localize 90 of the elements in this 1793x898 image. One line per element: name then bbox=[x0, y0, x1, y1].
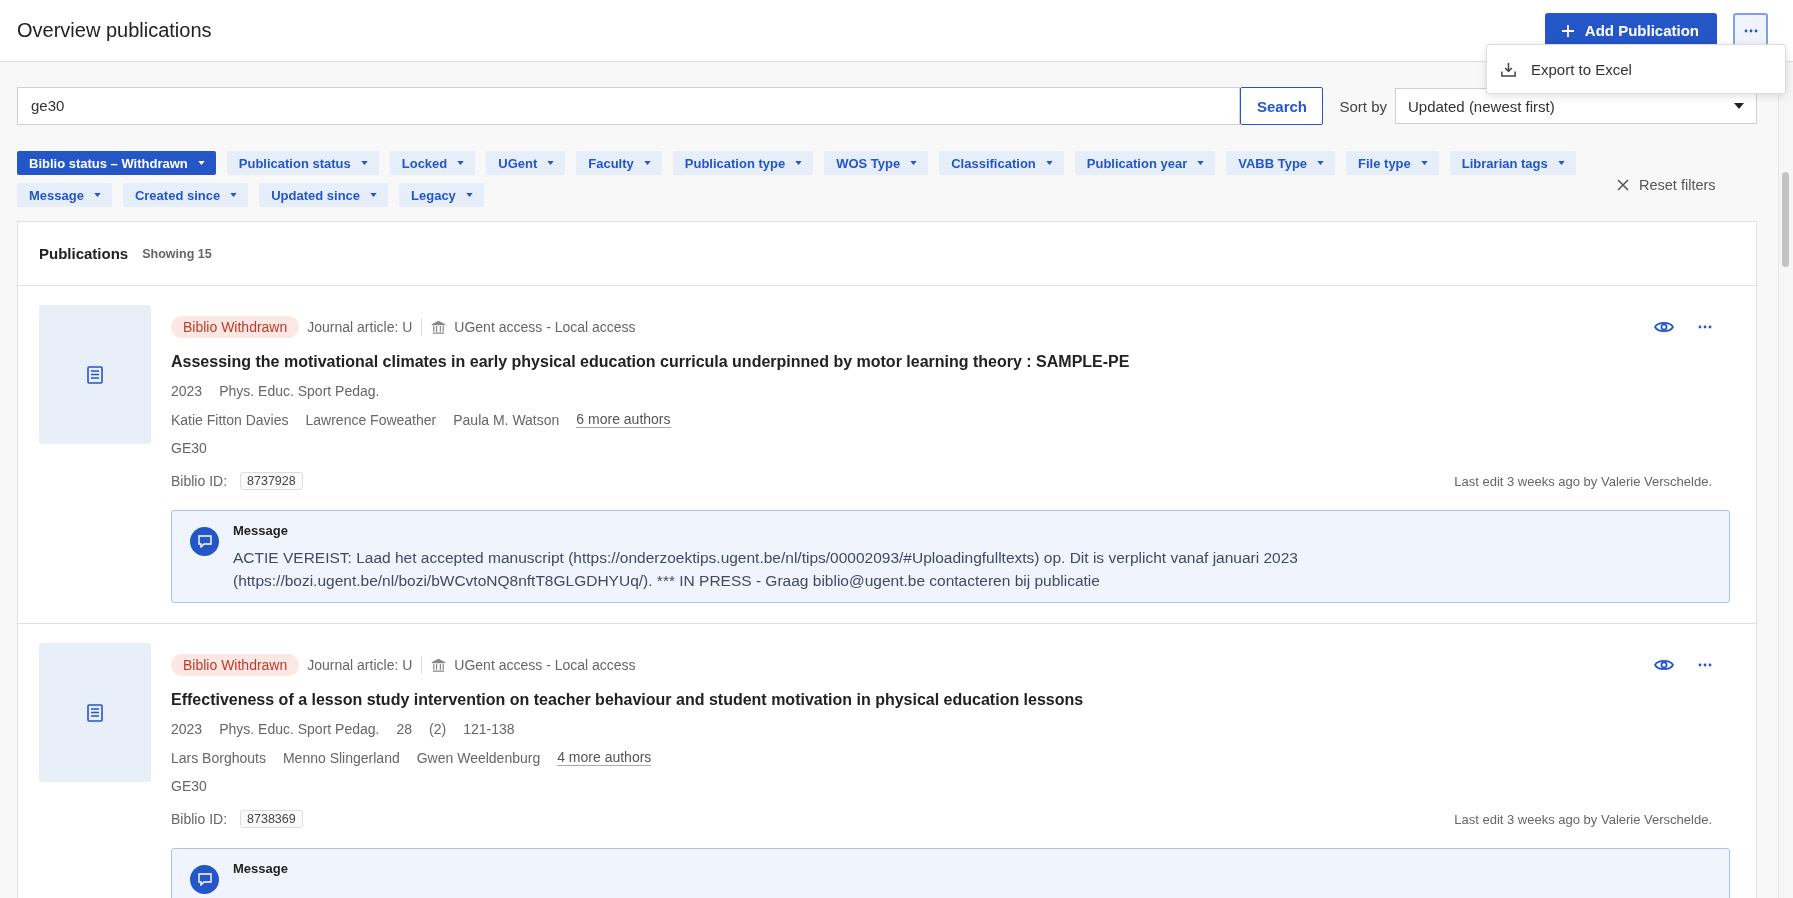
caret-icon bbox=[230, 193, 238, 197]
biblio-id: 8737928 bbox=[240, 472, 303, 490]
chat-icon bbox=[190, 527, 219, 556]
download-icon bbox=[1500, 60, 1517, 78]
filter-chip[interactable]: Classification bbox=[939, 151, 1064, 175]
author-name: Katie Fitton Davies bbox=[171, 411, 289, 428]
last-edit-note: Last edit 3 weeks ago by Valerie Verschelde. bbox=[1454, 473, 1712, 489]
publication-detail: (2) bbox=[429, 721, 447, 737]
author-name: Paula M. Watson bbox=[453, 411, 560, 428]
view-icon[interactable] bbox=[1654, 658, 1674, 672]
publication-type: Journal article: U bbox=[307, 319, 413, 335]
caret-icon bbox=[457, 161, 465, 165]
more-icon[interactable] bbox=[1698, 663, 1712, 667]
message-title: Message bbox=[233, 861, 288, 876]
result-count: Showing 15 bbox=[142, 246, 212, 261]
building-icon bbox=[431, 657, 447, 673]
close-icon bbox=[1617, 179, 1629, 191]
more-icon[interactable] bbox=[1698, 325, 1712, 329]
filter-chip[interactable]: Publication year bbox=[1074, 151, 1216, 175]
message-title: Message bbox=[233, 523, 289, 538]
sort-label: Sort by bbox=[1339, 97, 1387, 115]
filter-chip[interactable]: Publication type bbox=[672, 151, 814, 175]
filter-chip[interactable]: Message bbox=[17, 183, 112, 207]
id-label: Biblio ID: bbox=[171, 811, 228, 827]
filter-chip[interactable]: Updated since bbox=[259, 183, 389, 207]
caret-icon bbox=[795, 161, 803, 165]
message-text: ACTIE VEREIST: Laad het accepted manuscript (https://onderzoektips.ugent.be/nl/tips/00002093/#Uploadingfulltexts) op. Dit is verplicht vanaf januari 2023 (https://bozi.ugent.be/nl/bozi/bWCvtoNQ8nftT8GLGDHYUq/). *** IN PRESS - Graag biblio@ugent.be contacteren bij publicatie bbox=[233, 548, 1299, 591]
caret-icon bbox=[910, 161, 918, 165]
publication-type: Journal article: U bbox=[307, 657, 413, 673]
filter-chip[interactable]: Legacy bbox=[399, 183, 484, 207]
card-title: Publications bbox=[39, 245, 129, 262]
more-icon bbox=[1743, 28, 1758, 33]
caret-icon bbox=[643, 161, 651, 165]
scrollbar-thumb[interactable] bbox=[1782, 172, 1789, 267]
filter-chip[interactable]: Created since bbox=[122, 183, 249, 207]
caret-icon bbox=[1557, 161, 1565, 165]
biblio-id: 8738369 bbox=[240, 810, 303, 828]
filter-chip[interactable]: Publication status bbox=[226, 151, 379, 175]
status-badge: Biblio Withdrawn bbox=[171, 654, 300, 676]
search-button[interactable]: Search bbox=[1240, 87, 1324, 125]
filter-chip[interactable]: VABB Type bbox=[1226, 151, 1336, 175]
page-title: Overview publications bbox=[17, 19, 213, 42]
search-field[interactable]: ge30 bbox=[17, 87, 1241, 125]
caret-icon bbox=[360, 161, 368, 165]
last-edit-note: Last edit 3 weeks ago by Valerie Verschelde. bbox=[1454, 811, 1712, 827]
view-icon[interactable] bbox=[1654, 320, 1674, 334]
filter-chip[interactable]: UGent bbox=[486, 151, 566, 175]
caret-icon bbox=[93, 193, 101, 197]
plus-icon bbox=[1560, 23, 1575, 38]
caret-icon bbox=[1317, 161, 1325, 165]
publication-title[interactable]: Effectiveness of a lesson study intervention on teacher behaviour and student motivation in physical education lessons bbox=[171, 691, 1730, 709]
publication-detail: 121-138 bbox=[463, 721, 515, 737]
caret-icon bbox=[370, 193, 378, 197]
publication-title[interactable]: Assessing the motivational climates in early physical education curricula underpinned by motor learning theory : SAMPLE-PE bbox=[171, 353, 1730, 371]
filter-chip[interactable]: Locked bbox=[389, 151, 476, 175]
publication-detail: 28 bbox=[396, 721, 413, 737]
publication-detail: Phys. Educ. Sport Pedag. bbox=[219, 721, 380, 737]
document-icon bbox=[87, 365, 103, 384]
caret-icon bbox=[1734, 103, 1744, 109]
publication-detail: 2023 bbox=[171, 721, 203, 737]
reset-filters-button[interactable]: Reset filters bbox=[1617, 177, 1716, 193]
access-level: UGent access - Local access bbox=[454, 319, 636, 335]
author-name: Menno Slingerland bbox=[282, 749, 400, 766]
id-label: Biblio ID: bbox=[171, 473, 228, 489]
status-badge: Biblio Withdrawn bbox=[171, 316, 300, 338]
building-icon bbox=[431, 319, 447, 335]
caret-icon bbox=[1197, 161, 1205, 165]
filter-chip[interactable]: WOS Type bbox=[824, 151, 929, 175]
access-level: UGent access - Local access bbox=[454, 657, 636, 673]
more-authors-link[interactable]: 6 more authors bbox=[576, 411, 671, 428]
author-name: Lars Borghouts bbox=[171, 749, 266, 766]
department-code: GE30 bbox=[171, 778, 207, 794]
caret-icon bbox=[1045, 161, 1053, 165]
filter-chip[interactable]: Biblio status – Withdrawn bbox=[17, 151, 216, 175]
caret-icon bbox=[1420, 161, 1428, 165]
chat-icon bbox=[190, 865, 219, 894]
caret-icon bbox=[197, 161, 205, 165]
caret-icon bbox=[465, 193, 473, 197]
caret-icon bbox=[547, 161, 555, 165]
publication-detail: 2023 bbox=[171, 383, 203, 399]
filter-chip[interactable]: Librarian tags bbox=[1449, 151, 1576, 175]
author-name: Lawrence Foweather bbox=[305, 411, 437, 428]
author-name: Gwen Weeldenburg bbox=[416, 749, 541, 766]
publication-detail: Phys. Educ. Sport Pedag. bbox=[219, 383, 380, 399]
menu-item[interactable]: Export to Excel bbox=[1500, 54, 1632, 84]
filter-chip[interactable]: Faculty bbox=[576, 151, 662, 175]
document-icon bbox=[87, 703, 103, 722]
more-authors-link[interactable]: 4 more authors bbox=[557, 749, 652, 766]
filter-chip[interactable]: File type bbox=[1346, 151, 1439, 175]
department-code: GE30 bbox=[171, 440, 207, 456]
